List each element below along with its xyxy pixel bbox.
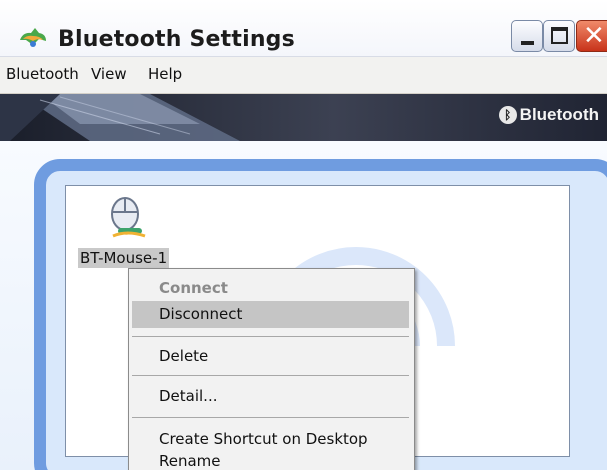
close-button[interactable]: ✕ xyxy=(576,20,607,52)
bluetooth-settings-app-icon xyxy=(20,28,46,47)
minimize-icon xyxy=(521,41,534,45)
menu-bluetooth[interactable]: Bluetooth xyxy=(6,65,79,83)
mouse-icon[interactable] xyxy=(105,194,149,242)
menu-separator xyxy=(132,336,409,337)
maximize-icon xyxy=(551,27,568,44)
maximize-button[interactable] xyxy=(543,20,575,52)
context-menu: Connect Disconnect Delete Detail... Crea… xyxy=(128,268,415,470)
header-banner: ᛒ Bluetooth xyxy=(0,94,607,141)
bluetooth-settings-window: Bluetooth Settings ✕ Bluetooth View Help… xyxy=(0,0,607,470)
menu-item-rename[interactable]: Rename xyxy=(159,452,221,470)
menu-help[interactable]: Help xyxy=(148,65,182,83)
menu-item-connect: Connect xyxy=(159,279,228,297)
laptop-graphic xyxy=(0,94,240,141)
menu-item-disconnect[interactable]: Disconnect xyxy=(159,305,242,323)
menu-separator xyxy=(132,417,409,418)
minimize-button[interactable] xyxy=(511,20,543,52)
bluetooth-brand: ᛒ Bluetooth xyxy=(498,105,599,125)
menu-bar: Bluetooth View Help xyxy=(0,57,607,94)
device-label[interactable]: BT-Mouse-1 xyxy=(78,248,170,268)
menu-item-delete[interactable]: Delete xyxy=(159,347,208,365)
title-bar[interactable]: Bluetooth Settings ✕ xyxy=(0,0,607,57)
window-title: Bluetooth Settings xyxy=(58,27,295,52)
menu-item-create-shortcut[interactable]: Create Shortcut on Desktop xyxy=(159,430,368,448)
menu-item-detail[interactable]: Detail... xyxy=(159,387,218,405)
menu-separator xyxy=(132,375,409,376)
close-icon: ✕ xyxy=(583,21,605,51)
bluetooth-icon: ᛒ xyxy=(498,106,517,124)
bluetooth-brand-label: Bluetooth xyxy=(519,105,599,124)
menu-view[interactable]: View xyxy=(91,65,127,83)
